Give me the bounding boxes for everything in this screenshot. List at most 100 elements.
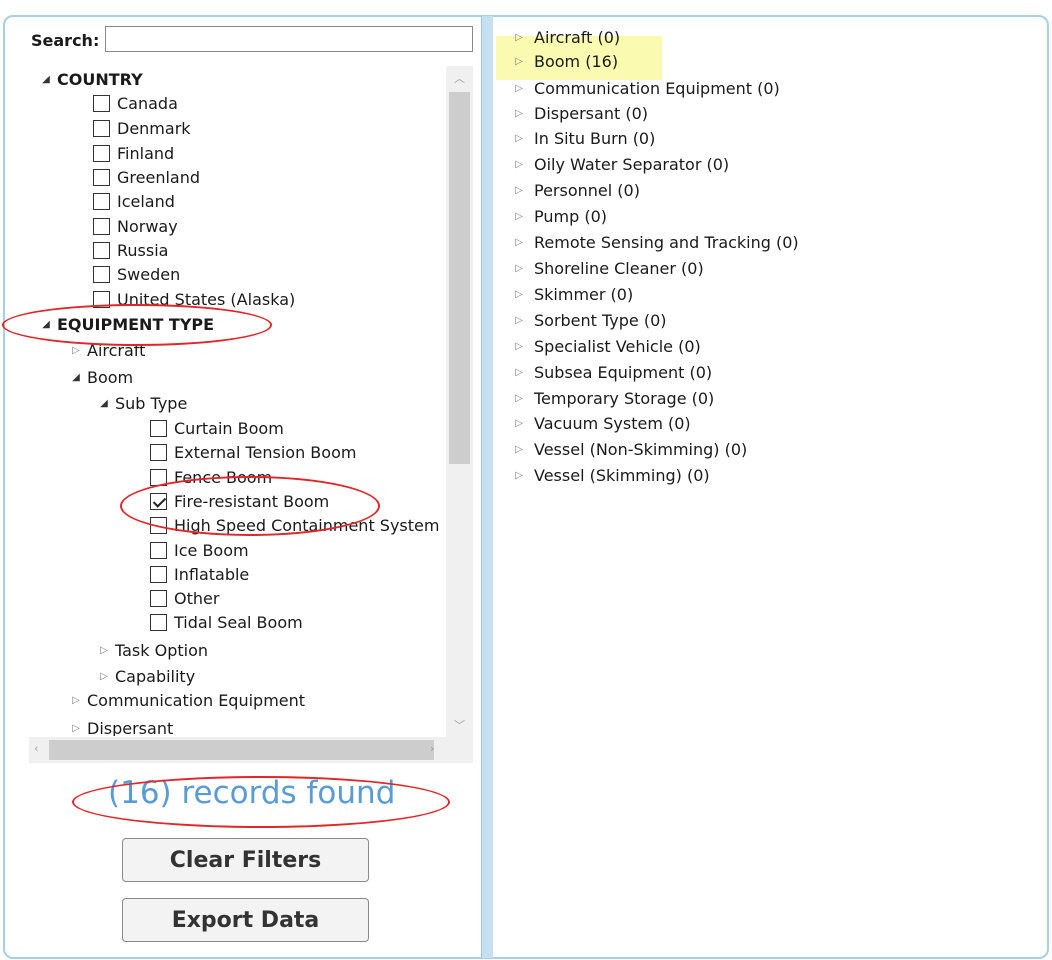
checkbox[interactable] — [93, 94, 110, 112]
expand-triangle-icon[interactable]: ▷ — [512, 159, 526, 170]
country-option[interactable]: Canada — [93, 91, 178, 115]
scroll-up-arrow-icon[interactable]: ︿ — [454, 70, 465, 86]
sub-type-option[interactable]: Fire-resistant Boom — [150, 489, 329, 513]
tree-node-country[interactable]: ◢ COUNTRY — [39, 67, 143, 91]
checkbox[interactable] — [150, 589, 167, 607]
expand-triangle-icon[interactable]: ▷ — [512, 470, 526, 481]
result-item[interactable]: ▷ Aircraft (0) — [512, 25, 620, 49]
checkbox[interactable] — [93, 168, 110, 186]
country-option[interactable]: Iceland — [93, 189, 175, 213]
expand-triangle-icon[interactable]: ▷ — [512, 185, 526, 196]
checkbox[interactable] — [150, 541, 167, 559]
expand-triangle-icon[interactable]: ▷ — [69, 345, 83, 356]
scroll-thumb[interactable] — [449, 92, 470, 464]
checkbox[interactable] — [93, 119, 110, 137]
expand-triangle-icon[interactable]: ▷ — [512, 315, 526, 326]
expand-triangle-icon[interactable]: ▷ — [512, 444, 526, 455]
result-item[interactable]: ▷ Boom (16) — [512, 49, 618, 73]
expand-triangle-icon[interactable]: ▷ — [512, 237, 526, 248]
result-item[interactable]: ▷ Shoreline Cleaner (0) — [512, 256, 704, 280]
vertical-scrollbar[interactable]: ︿ ﹀ — [446, 66, 473, 737]
checkbox[interactable] — [150, 613, 167, 631]
collapse-triangle-icon[interactable]: ◢ — [39, 319, 53, 330]
result-item[interactable]: ▷ In Situ Burn (0) — [512, 126, 655, 150]
checkbox[interactable] — [93, 192, 110, 210]
country-option[interactable]: Finland — [93, 141, 174, 165]
checkbox[interactable] — [150, 565, 167, 583]
tree-node-communication-equipment[interactable]: ▷ Communication Equipment — [69, 688, 305, 712]
sub-type-option[interactable]: Inflatable — [150, 562, 249, 586]
country-option[interactable]: Greenland — [93, 165, 200, 189]
checkbox[interactable] — [150, 516, 167, 534]
expand-triangle-icon[interactable]: ▷ — [512, 289, 526, 300]
expand-triangle-icon[interactable]: ▷ — [512, 83, 526, 94]
checkbox-checked[interactable] — [150, 492, 167, 510]
tree-node-sub-type[interactable]: ◢ Sub Type — [97, 391, 187, 415]
horizontal-scrollbar[interactable]: ‹ › — [29, 737, 473, 763]
checkbox[interactable] — [93, 265, 110, 283]
expand-triangle-icon[interactable]: ▷ — [512, 133, 526, 144]
result-item[interactable]: ▷ Vessel (Skimming) (0) — [512, 463, 709, 487]
result-item[interactable]: ▷ Pump (0) — [512, 204, 607, 228]
sub-type-option[interactable]: Curtain Boom — [150, 416, 284, 440]
result-item[interactable]: ▷ Vessel (Non-Skimming) (0) — [512, 437, 747, 461]
scroll-left-arrow-icon[interactable]: ‹ — [34, 742, 38, 755]
sub-type-option[interactable]: High Speed Containment System — [150, 513, 439, 537]
checkbox[interactable] — [93, 290, 110, 308]
search-input[interactable] — [105, 26, 473, 52]
checkbox[interactable] — [150, 419, 167, 437]
expand-triangle-icon[interactable]: ▷ — [69, 695, 83, 706]
tree-node-boom[interactable]: ◢ Boom — [69, 365, 133, 389]
result-item[interactable]: ▷ Specialist Vehicle (0) — [512, 334, 701, 358]
checkbox[interactable] — [150, 443, 167, 461]
scroll-down-arrow-icon[interactable]: ﹀ — [454, 717, 465, 733]
tree-node-dispersant[interactable]: ▷ Dispersant — [69, 716, 173, 737]
expand-triangle-icon[interactable]: ▷ — [512, 211, 526, 222]
tree-node-task-option[interactable]: ▷ Task Option — [97, 638, 208, 662]
expand-triangle-icon[interactable]: ▷ — [512, 393, 526, 404]
result-item[interactable]: ▷ Oily Water Separator (0) — [512, 152, 729, 176]
result-item[interactable]: ▷ Temporary Storage (0) — [512, 386, 714, 410]
result-item[interactable]: ▷ Skimmer (0) — [512, 282, 633, 306]
tree-node-capability[interactable]: ▷ Capability — [97, 664, 195, 688]
result-item[interactable]: ▷ Sorbent Type (0) — [512, 308, 666, 332]
collapse-triangle-icon[interactable]: ◢ — [39, 74, 53, 85]
sub-type-option[interactable]: Tidal Seal Boom — [150, 610, 303, 634]
expand-triangle-icon[interactable]: ▷ — [512, 108, 526, 119]
tree-node-equipment-type[interactable]: ◢ EQUIPMENT TYPE — [39, 312, 214, 336]
scroll-right-arrow-icon[interactable]: › — [430, 742, 434, 755]
country-option[interactable]: Russia — [93, 238, 168, 262]
expand-triangle-icon[interactable]: ▷ — [512, 56, 526, 67]
country-option[interactable]: Norway — [93, 214, 178, 238]
result-item[interactable]: ▷ Remote Sensing and Tracking (0) — [512, 230, 799, 254]
country-option[interactable]: Sweden — [93, 262, 180, 286]
sub-type-option[interactable]: Other — [150, 586, 219, 610]
sub-type-option[interactable]: External Tension Boom — [150, 440, 356, 464]
tree-node-aircraft[interactable]: ▷ Aircraft — [69, 338, 145, 362]
country-option[interactable]: United States (Alaska) — [93, 287, 295, 311]
result-item[interactable]: ▷ Subsea Equipment (0) — [512, 360, 712, 384]
result-item[interactable]: ▷ Communication Equipment (0) — [512, 76, 780, 100]
checkbox[interactable] — [150, 468, 167, 486]
checkbox[interactable] — [93, 144, 110, 162]
expand-triangle-icon[interactable]: ▷ — [512, 418, 526, 429]
sub-type-option[interactable]: Ice Boom — [150, 538, 249, 562]
collapse-triangle-icon[interactable]: ◢ — [69, 372, 83, 383]
expand-triangle-icon[interactable]: ▷ — [512, 263, 526, 274]
clear-filters-button[interactable]: Clear Filters — [122, 838, 369, 882]
country-option[interactable]: Denmark — [93, 116, 191, 140]
export-data-button[interactable]: Export Data — [122, 898, 369, 942]
result-item[interactable]: ▷ Dispersant (0) — [512, 101, 648, 125]
result-item[interactable]: ▷ Personnel (0) — [512, 178, 640, 202]
collapse-triangle-icon[interactable]: ◢ — [97, 398, 111, 409]
expand-triangle-icon[interactable]: ▷ — [512, 367, 526, 378]
expand-triangle-icon[interactable]: ▷ — [69, 723, 83, 734]
expand-triangle-icon[interactable]: ▷ — [97, 645, 111, 656]
pane-splitter[interactable] — [481, 16, 493, 958]
checkbox[interactable] — [93, 241, 110, 259]
expand-triangle-icon[interactable]: ▷ — [97, 671, 111, 682]
sub-type-option[interactable]: Fence Boom — [150, 465, 272, 489]
result-item[interactable]: ▷ Vacuum System (0) — [512, 411, 691, 435]
scroll-thumb[interactable] — [49, 740, 434, 760]
checkbox[interactable] — [93, 217, 110, 235]
